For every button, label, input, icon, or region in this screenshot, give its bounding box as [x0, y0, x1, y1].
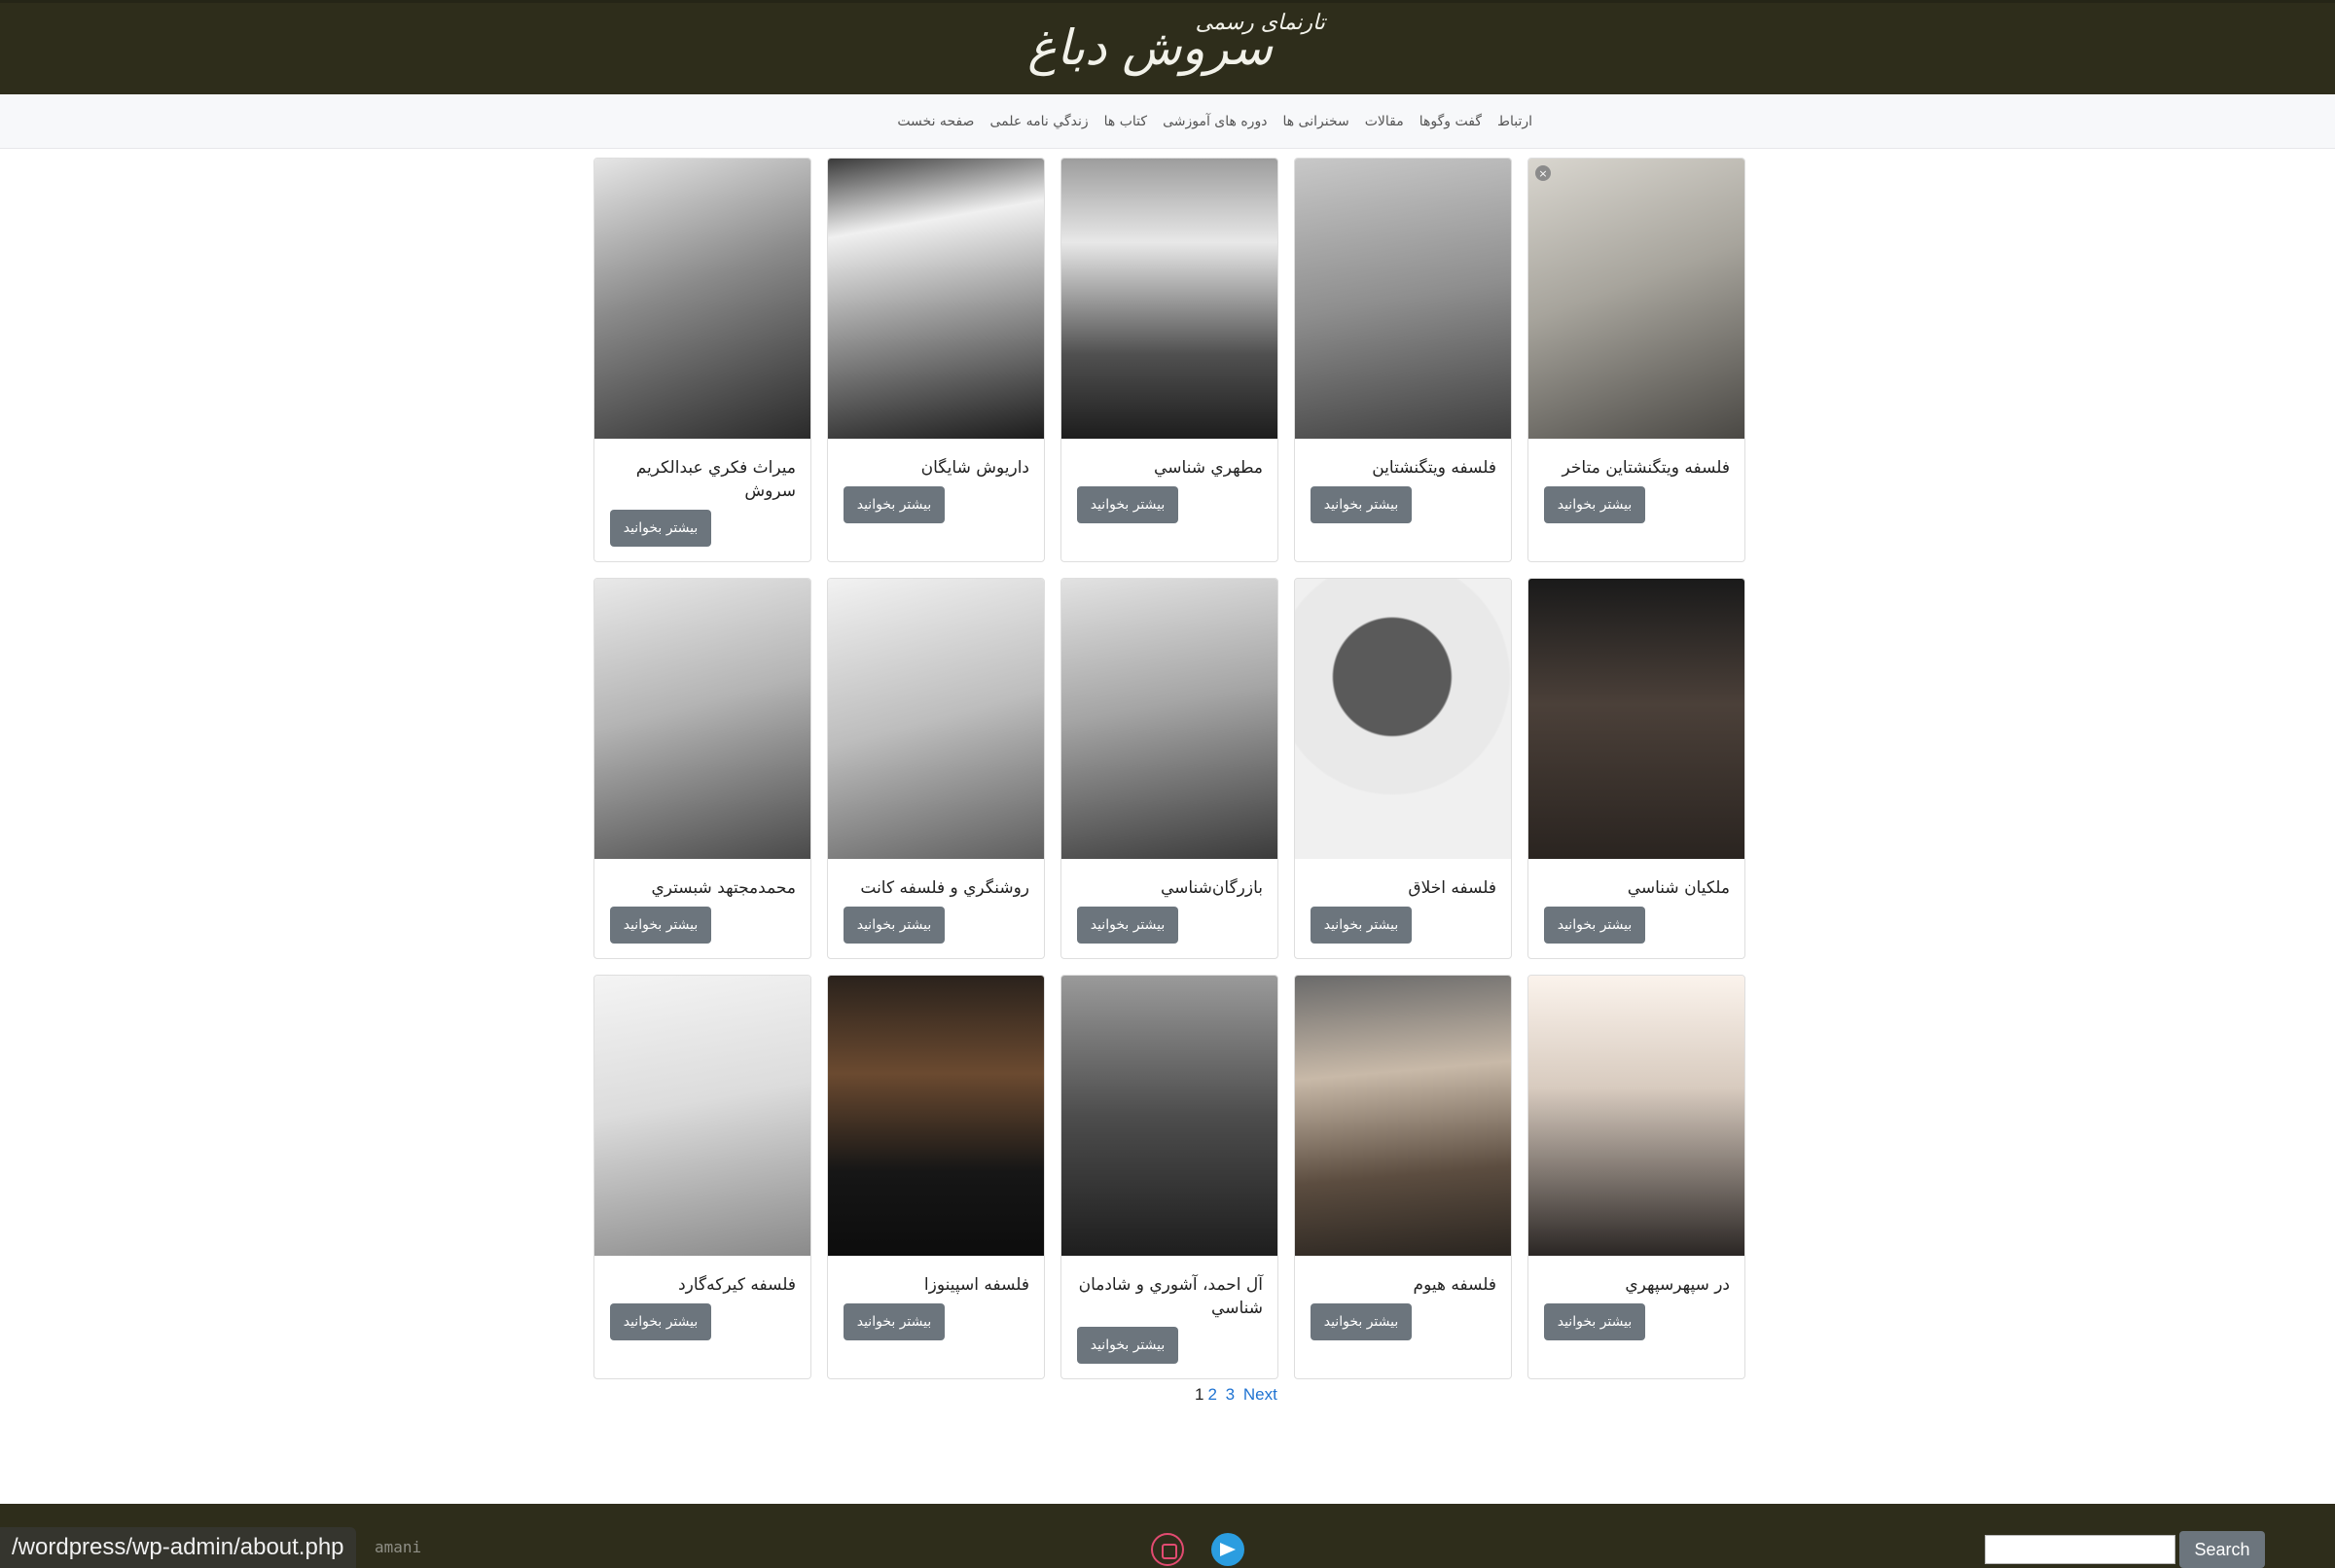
read-more-button[interactable]: بيشتر بخوانيد [610, 510, 711, 547]
card: در سپهرسپهري بيشتر بخوانيد [1527, 975, 1745, 1379]
nav-item-home[interactable]: صفحه نخست [897, 114, 974, 129]
read-more-button[interactable]: بيشتر بخوانيد [844, 1303, 945, 1340]
read-more-button[interactable]: بيشتر بخوانيد [1544, 907, 1645, 944]
card-title[interactable]: فلسفه هيوم [1295, 1273, 1511, 1297]
read-more-button[interactable]: بيشتر بخوانيد [844, 486, 945, 523]
read-more-button[interactable]: بيشتر بخوانيد [1311, 486, 1412, 523]
card-image[interactable] [1528, 976, 1744, 1256]
card-title[interactable]: ملكيان شناسي [1528, 876, 1744, 900]
card: داريوش شايگان بيشتر بخوانيد [827, 158, 1045, 562]
logo-title: سروش دباغ [1027, 19, 1274, 76]
card-image[interactable] [1061, 159, 1277, 439]
card-title[interactable]: فلسفه كيركه‌گارد [594, 1273, 810, 1297]
page-link-3[interactable]: 3 [1226, 1385, 1235, 1404]
card-image[interactable] [1295, 579, 1511, 859]
nav-item-contact[interactable]: ارتباط [1497, 114, 1532, 129]
page-link-2[interactable]: 2 [1207, 1385, 1216, 1404]
card-title[interactable]: فلسفه ويتگنشتاين متاخر [1528, 456, 1744, 480]
card-image[interactable] [828, 579, 1044, 859]
card-title[interactable]: روشنگري و فلسفه کانت [828, 876, 1044, 900]
nav-item-interviews[interactable]: گفت وگوها [1419, 114, 1482, 129]
card-title[interactable]: فلسفه ويتگنشتاين [1295, 456, 1511, 480]
card-title[interactable]: آل احمد، آشوري و شادمان شناسي [1061, 1273, 1277, 1320]
card: ميراث فكري عبدالكريم سروش بيشتر بخوانيد [593, 158, 811, 562]
card: فلسفه اخلاق بيشتر بخوانيد [1294, 578, 1512, 959]
site-logo[interactable]: تارنمای رسمی سروش دباغ [1027, 9, 1343, 87]
read-more-button[interactable]: بيشتر بخوانيد [610, 1303, 711, 1340]
card: محمدمجتهد شبستري بيشتر بخوانيد [593, 578, 811, 959]
card-title[interactable]: داريوش شايگان [828, 456, 1044, 480]
close-icon[interactable]: × [1535, 165, 1551, 181]
card-image[interactable] [828, 159, 1044, 439]
read-more-button[interactable]: بيشتر بخوانيد [1077, 907, 1178, 944]
browser-status-url: /wordpress/wp-admin/about.php [0, 1527, 356, 1568]
card-title[interactable]: فلسفه اسپينوزا [828, 1273, 1044, 1297]
card-image[interactable] [1295, 976, 1511, 1256]
card-title[interactable]: فلسفه اخلاق [1295, 876, 1511, 900]
card-image[interactable] [594, 159, 810, 439]
nav-item-books[interactable]: کتاب ها [1104, 114, 1147, 129]
read-more-button[interactable]: بيشتر بخوانيد [1544, 486, 1645, 523]
card: بازرگان‌شناسي بيشتر بخوانيد [1060, 578, 1278, 959]
next-page-link[interactable]: Next [1243, 1385, 1277, 1404]
site-header: تارنمای رسمی سروش دباغ [0, 0, 2335, 94]
card: روشنگري و فلسفه کانت بيشتر بخوانيد [827, 578, 1045, 959]
card-title[interactable]: ميراث فكري عبدالكريم سروش [594, 456, 810, 503]
card-image[interactable] [1061, 579, 1277, 859]
nav-item-lectures[interactable]: سخنرانی ها [1282, 114, 1348, 129]
instagram-icon[interactable] [1151, 1533, 1184, 1566]
card: فلسفه ويتگنشتاين بيشتر بخوانيد [1294, 158, 1512, 562]
telegram-icon[interactable] [1211, 1533, 1244, 1566]
card-image[interactable]: × [1528, 159, 1744, 439]
nav-item-biography[interactable]: زندگي نامه علمی [989, 114, 1088, 129]
card-title[interactable]: محمدمجتهد شبستري [594, 876, 810, 900]
card-image[interactable] [828, 976, 1044, 1256]
card-title[interactable]: بازرگان‌شناسي [1061, 876, 1277, 900]
card: مطهري شناسي بيشتر بخوانيد [1060, 158, 1278, 562]
card-title[interactable]: مطهري شناسي [1061, 456, 1277, 480]
nav-item-articles[interactable]: مقالات [1365, 114, 1404, 129]
main-nav: صفحه نخست زندگي نامه علمی کتاب ها دوره ه… [0, 94, 2335, 149]
search-input[interactable] [1985, 1535, 2175, 1564]
read-more-button[interactable]: بيشتر بخوانيد [1311, 1303, 1412, 1340]
page-current: 1 [1195, 1385, 1204, 1404]
card-title[interactable]: در سپهرسپهري [1528, 1273, 1744, 1297]
read-more-button[interactable]: بيشتر بخوانيد [1311, 907, 1412, 944]
pagination: 12 3 Next [1195, 1385, 1281, 1405]
read-more-button[interactable]: بيشتر بخوانيد [1077, 1327, 1178, 1364]
search-button[interactable]: Search [2179, 1531, 2265, 1568]
read-more-button[interactable]: بيشتر بخوانيد [1544, 1303, 1645, 1340]
nav-item-courses[interactable]: دوره های آموزشی [1163, 114, 1267, 129]
card-image[interactable] [1061, 976, 1277, 1256]
card: × فلسفه ويتگنشتاين متاخر بيشتر بخوانيد [1527, 158, 1745, 562]
card: ملكيان شناسي بيشتر بخوانيد [1527, 578, 1745, 959]
card-image[interactable] [594, 579, 810, 859]
card: آل احمد، آشوري و شادمان شناسي بيشتر بخوا… [1060, 975, 1278, 1379]
card-image[interactable] [1295, 159, 1511, 439]
card-image[interactable] [1528, 579, 1744, 859]
footer-credit: amani [375, 1538, 422, 1556]
card: فلسفه هيوم بيشتر بخوانيد [1294, 975, 1512, 1379]
card-image[interactable] [594, 976, 810, 1256]
read-more-button[interactable]: بيشتر بخوانيد [1077, 486, 1178, 523]
card: فلسفه كيركه‌گارد بيشتر بخوانيد [593, 975, 811, 1379]
card: فلسفه اسپينوزا بيشتر بخوانيد [827, 975, 1045, 1379]
read-more-button[interactable]: بيشتر بخوانيد [844, 907, 945, 944]
read-more-button[interactable]: بيشتر بخوانيد [610, 907, 711, 944]
